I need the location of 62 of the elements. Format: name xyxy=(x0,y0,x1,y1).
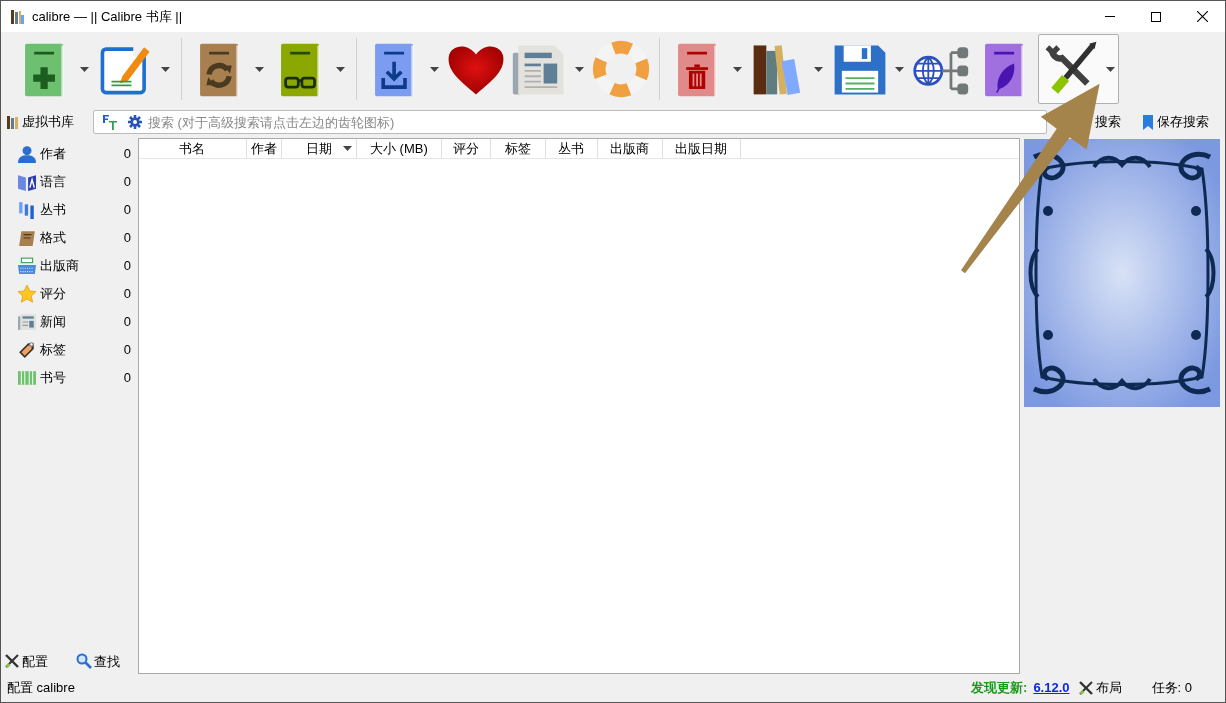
search-icon xyxy=(76,653,92,670)
layout-button[interactable]: 布局 xyxy=(1077,678,1122,698)
bars-icon xyxy=(18,201,36,219)
person-icon xyxy=(18,145,36,163)
sidebar-item[interactable]: 语言 0 xyxy=(1,168,138,196)
version-link[interactable]: 6.12.0 xyxy=(1033,678,1070,698)
close-icon xyxy=(1196,11,1208,22)
item-count: 0 xyxy=(123,257,131,276)
newspaper-icon xyxy=(18,313,36,331)
maximize-icon xyxy=(1151,11,1161,22)
jobs-label: 任务: 0 xyxy=(1151,679,1192,698)
caret-icon xyxy=(733,66,742,72)
barcode-icon xyxy=(18,369,36,387)
find-button[interactable]: 查找 xyxy=(76,651,120,671)
item-count: 0 xyxy=(123,229,131,248)
minimize-icon xyxy=(1105,16,1115,17)
status-message: 配置 calibre xyxy=(7,679,75,698)
book-icon xyxy=(18,229,36,247)
caret-icon xyxy=(1106,66,1115,72)
caret-icon xyxy=(814,66,823,72)
sidebar-item[interactable]: 评分 0 xyxy=(1,280,138,308)
window-title: calibre — || Calibre 书库 || xyxy=(32,7,183,26)
tools-icon xyxy=(4,653,20,670)
typewriter-icon xyxy=(18,257,36,275)
sidebar-item[interactable]: 作者 0 xyxy=(1,140,138,168)
sidebar-item[interactable]: 书号 0 xyxy=(1,364,138,392)
item-count: 0 xyxy=(123,341,131,360)
bookmark-icon xyxy=(1143,114,1153,130)
sidebar-item[interactable]: 新闻 0 xyxy=(1,308,138,336)
caret-icon xyxy=(336,66,345,72)
caret-icon xyxy=(255,66,264,72)
item-count: 0 xyxy=(123,201,131,220)
lifebuoy-icon xyxy=(592,38,650,100)
gear-icon[interactable] xyxy=(128,115,142,129)
item-count: 0 xyxy=(123,173,131,192)
toolbar-button[interactable] xyxy=(1038,34,1119,104)
item-count: 0 xyxy=(123,285,131,304)
caret-icon xyxy=(575,66,584,72)
update-label: 发现更新: xyxy=(971,679,1028,698)
item-count: 0 xyxy=(123,369,131,388)
sidebar-item[interactable]: 标签 0 xyxy=(1,336,138,364)
sidebar-item[interactable]: 丛书 0 xyxy=(1,196,138,224)
caret-icon xyxy=(895,66,904,72)
tools-icon xyxy=(1077,680,1094,696)
star-icon xyxy=(18,285,36,303)
full-text-icon[interactable] xyxy=(102,114,118,130)
save-search-button[interactable]: 保存搜索 xyxy=(1143,112,1209,132)
sort-caret-icon xyxy=(342,146,352,151)
virtual-library-button[interactable]: 虚拟书库 xyxy=(7,112,89,132)
item-count: 0 xyxy=(123,145,131,164)
caret-icon xyxy=(430,66,439,72)
item-count: 0 xyxy=(123,313,131,332)
app-icon xyxy=(10,8,26,25)
books-icon xyxy=(7,115,19,129)
tag-icon xyxy=(18,341,36,359)
advanced-search-button[interactable]: 搜索 xyxy=(1095,112,1121,132)
sidebar-item[interactable]: 出版商 0 xyxy=(1,252,138,280)
caret-icon xyxy=(161,66,170,72)
configure-button[interactable]: 配置 xyxy=(4,651,48,671)
language-icon xyxy=(18,173,36,191)
caret-icon xyxy=(80,66,89,72)
sidebar-item[interactable]: 格式 0 xyxy=(1,224,138,252)
